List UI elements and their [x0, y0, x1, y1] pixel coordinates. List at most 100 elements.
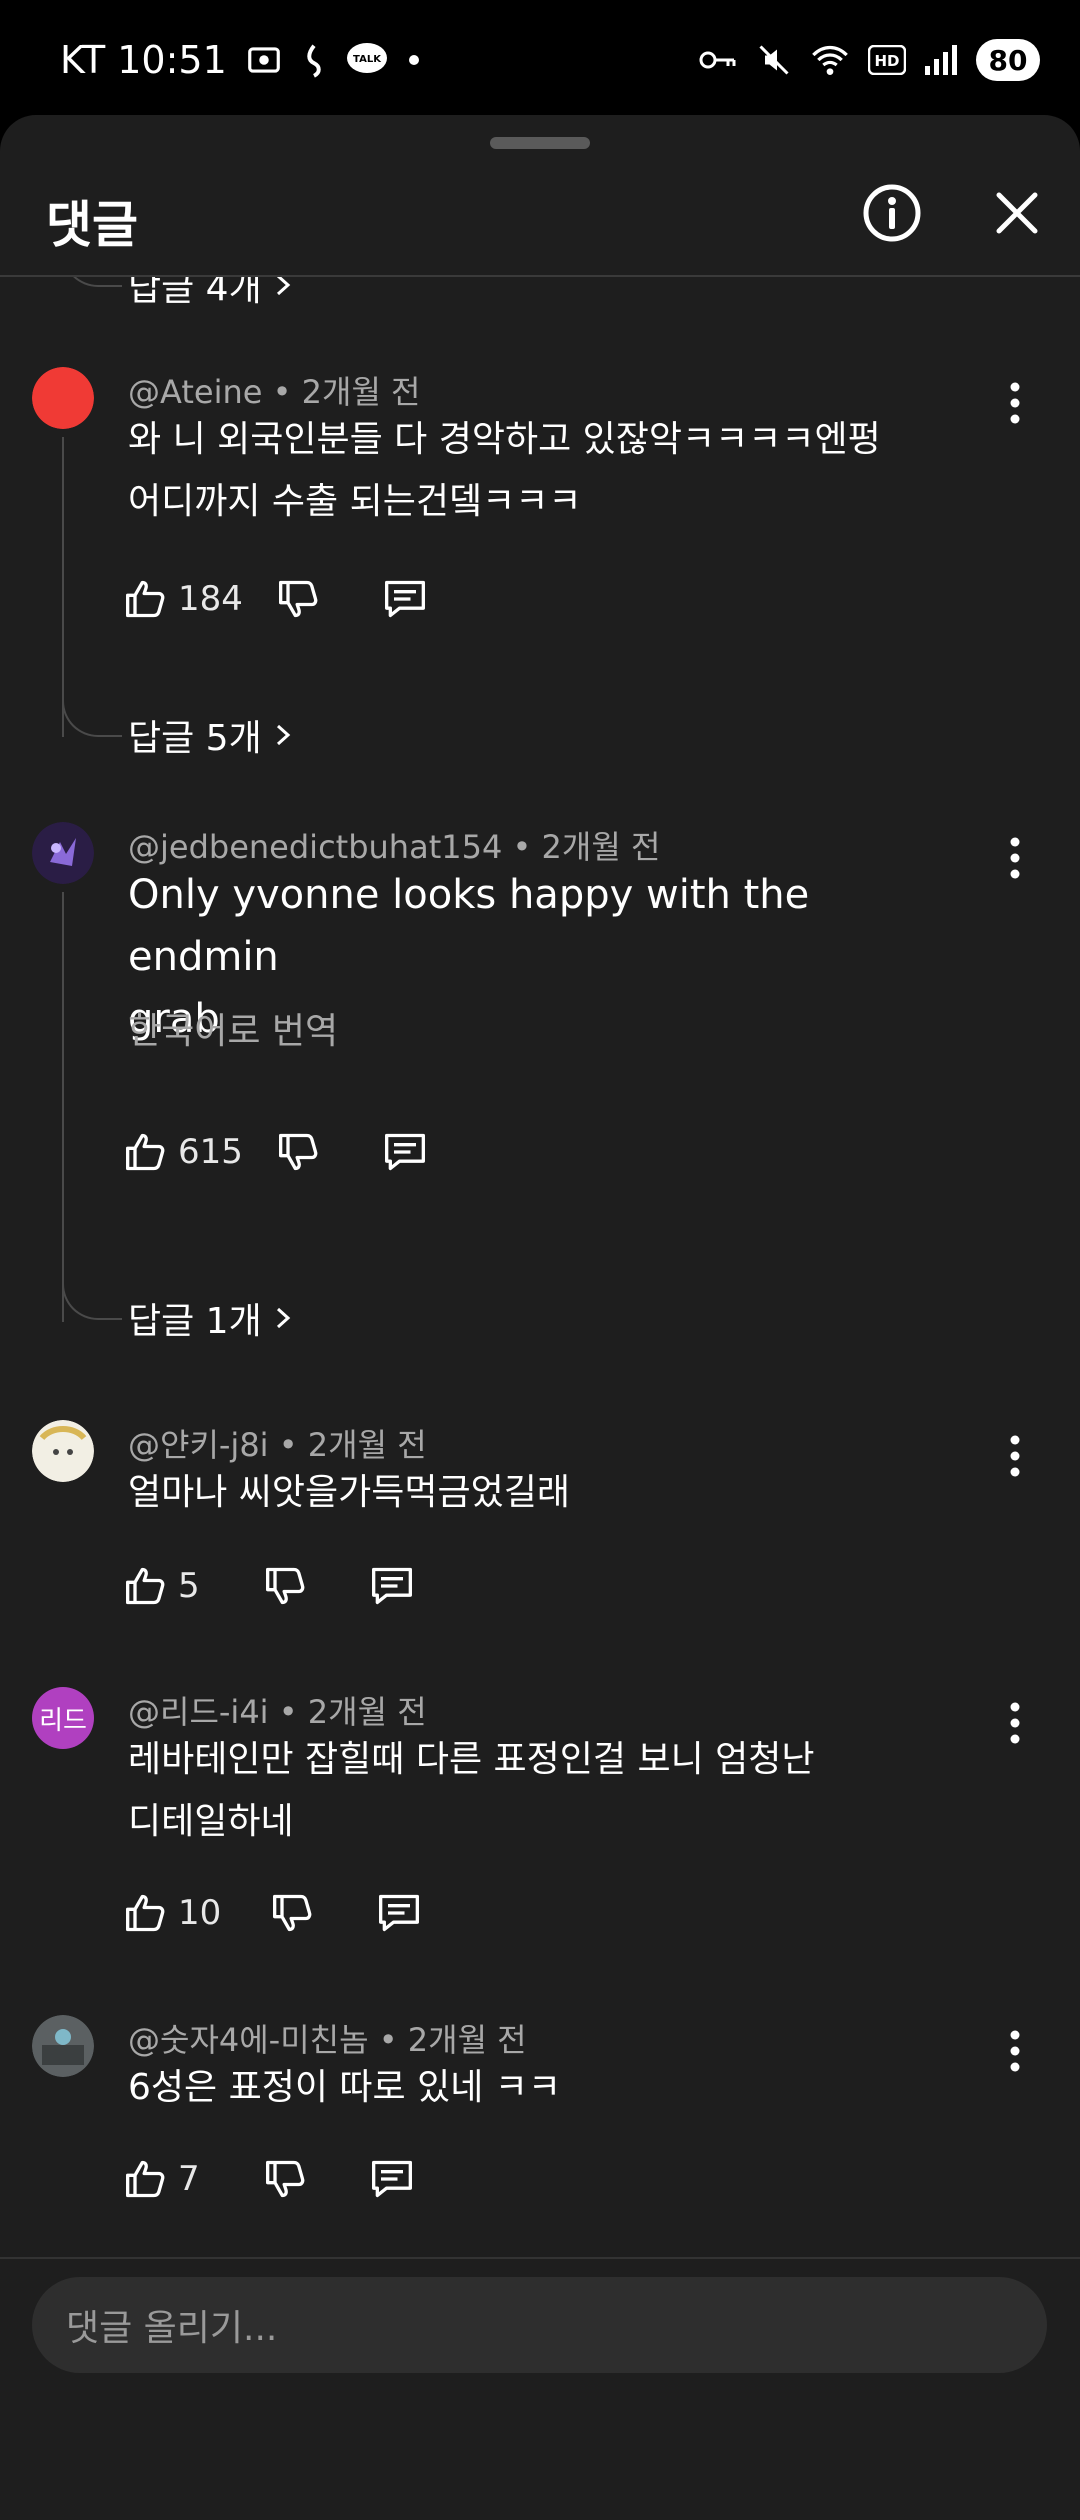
avatar[interactable]: 리드: [32, 1687, 94, 1749]
comment-author[interactable]: @jedbenedictbuhat154: [128, 828, 502, 866]
more-options-icon[interactable]: [995, 1693, 1035, 1753]
signal-icon: [925, 45, 957, 75]
thread-line: [62, 892, 64, 1322]
comment-time: 2개월 전: [407, 2021, 527, 2059]
comment-author[interactable]: @얀키-j8i: [128, 1426, 269, 1464]
vpn-key-icon: [699, 51, 736, 69]
avatar[interactable]: [32, 822, 94, 884]
screen-capture-icon: [247, 47, 280, 73]
comment-line: 디테일하네: [128, 1801, 294, 1842]
input-divider: [0, 2257, 1080, 2259]
avatar[interactable]: [32, 1420, 94, 1482]
carrier-time: KT 10:51: [60, 38, 227, 82]
comment-meta: @Ateine • 2개월 전: [128, 373, 421, 411]
reply-icon[interactable]: [375, 1891, 423, 1935]
comment-meta: @jedbenedictbuhat154 • 2개월 전: [128, 828, 661, 866]
more-options-icon[interactable]: [995, 373, 1035, 433]
like-count: 5: [178, 1566, 200, 1606]
drag-handle[interactable]: [490, 137, 590, 149]
comment-meta: @숫자4에-미친놈 • 2개월 전: [128, 2021, 527, 2059]
view-replies-button[interactable]: 답글 4개: [128, 277, 294, 311]
thumbs-up-icon: [126, 1133, 165, 1171]
reply-icon[interactable]: [368, 2157, 416, 2201]
comment-time: 2개월 전: [307, 1693, 427, 1731]
comment-author[interactable]: @Ateine: [128, 373, 262, 411]
avatar[interactable]: [32, 367, 94, 429]
like-button[interactable]: 5: [124, 1564, 200, 1608]
reply-icon[interactable]: [381, 577, 429, 621]
comment-author[interactable]: @리드-i4i: [128, 1693, 269, 1731]
comment-actions: 7: [124, 2149, 416, 2209]
svg-text:HD: HD: [874, 52, 899, 70]
system-nav-bar: [0, 2515, 1080, 2520]
info-icon[interactable]: [860, 181, 924, 245]
comment-line: 어디까지 수출 되는건뎈ㅋㅋㅋ: [128, 481, 582, 522]
more-options-icon[interactable]: [995, 828, 1035, 888]
wifi-icon: [812, 45, 848, 75]
comment-line: 와 니 외국인분들 다 경악하고 있잖악ㅋㅋㅋㅋ엔펑: [128, 419, 881, 460]
sheet-header: 댓글: [0, 155, 1080, 275]
hd-icon: HD: [868, 45, 906, 75]
translate-button[interactable]: 한국어로 번역: [128, 1002, 338, 1054]
chevron-right-icon: [276, 724, 290, 746]
comment-time: 2개월 전: [301, 373, 421, 411]
replies-label: 답글 1개: [128, 1301, 262, 1342]
comment-input[interactable]: 댓글 올리기...: [32, 2277, 1047, 2373]
reply-icon[interactable]: [381, 1130, 429, 1174]
thumbs-up-icon: [126, 1567, 165, 1605]
status-bar: KT 10:51 TALK HD 80: [0, 0, 1080, 112]
like-button[interactable]: 7: [124, 2157, 200, 2201]
thread-curve: [62, 277, 122, 287]
comment-meta: @얀키-j8i • 2개월 전: [128, 1426, 427, 1464]
comment-actions: 5: [124, 1556, 416, 1616]
thumbs-up-icon: [126, 580, 165, 618]
comment-line: Only yvonne looks happy with the endmin: [128, 872, 810, 980]
comment-line: 레바테인만 잡힐때 다른 표정인걸 보니 엄청난: [128, 1739, 815, 1780]
comment-text: 6성은 표정이 따로 있네 ㅋㅋ: [128, 2057, 968, 2119]
dot-icon: [408, 55, 419, 65]
comment-actions: 184: [124, 569, 429, 629]
comment-actions: 10: [124, 1883, 423, 1943]
thumbs-down-icon[interactable]: [277, 1130, 321, 1174]
chevron-right-icon: [276, 277, 290, 296]
avatar[interactable]: [32, 2015, 94, 2077]
comment-meta: @리드-i4i • 2개월 전: [128, 1693, 427, 1731]
comments-list[interactable]: 답글 4개 @Ateine • 2개월 전 와 니 외국인분들 다 경악하고 있…: [0, 277, 1080, 2262]
view-replies-button[interactable]: 답글 1개: [128, 1292, 294, 1344]
thread-curve: [62, 697, 122, 737]
more-options-icon[interactable]: [995, 2021, 1035, 2081]
chevron-right-icon: [276, 1307, 290, 1329]
thread-line: [62, 437, 64, 737]
comment-time: 2개월 전: [541, 828, 661, 866]
talk-icon: TALK: [346, 43, 387, 73]
comment-text: 레바테인만 잡힐때 다른 표정인걸 보니 엄청난 디테일하네: [128, 1729, 968, 1853]
comment-line: 얼마나 씨앗을가득먹금었길래: [128, 1472, 571, 1513]
replies-label: 답글 4개: [128, 277, 262, 309]
thumbs-down-icon[interactable]: [277, 577, 321, 621]
thumbs-up-icon: [126, 2160, 165, 2198]
reply-icon[interactable]: [368, 1564, 416, 1608]
comments-sheet: 댓글 답글 4개 @Ateine • 2개월 전 와 니 외국인분들 다 경악하…: [0, 115, 1080, 2520]
replies-label: 답글 5개: [128, 718, 262, 759]
view-replies-button[interactable]: 답글 5개: [128, 709, 294, 761]
comment-line: 6성은 표정이 따로 있네 ㅋㅋ: [128, 2067, 561, 2108]
comment-author[interactable]: @숫자4에-미친놈: [128, 2021, 369, 2059]
like-count: 615: [178, 1132, 243, 1172]
like-button[interactable]: 184: [124, 577, 243, 621]
close-icon[interactable]: [985, 181, 1049, 245]
thumbs-down-icon[interactable]: [264, 2157, 308, 2201]
thread-curve: [62, 1280, 122, 1320]
more-options-icon[interactable]: [995, 1426, 1035, 1486]
mute-icon: [759, 45, 789, 75]
like-button[interactable]: 615: [124, 1130, 243, 1174]
like-count: 184: [178, 579, 243, 619]
thumbs-down-icon[interactable]: [271, 1891, 315, 1935]
svg-text:TALK: TALK: [353, 54, 382, 65]
like-button[interactable]: 10: [124, 1891, 221, 1935]
comment-text: 얼마나 씨앗을가득먹금었길래: [128, 1462, 968, 1524]
like-count: 10: [178, 1893, 222, 1933]
comment-time: 2개월 전: [307, 1426, 427, 1464]
status-right: HD 80: [698, 30, 1040, 90]
like-count: 7: [178, 2159, 200, 2199]
thumbs-down-icon[interactable]: [264, 1564, 308, 1608]
